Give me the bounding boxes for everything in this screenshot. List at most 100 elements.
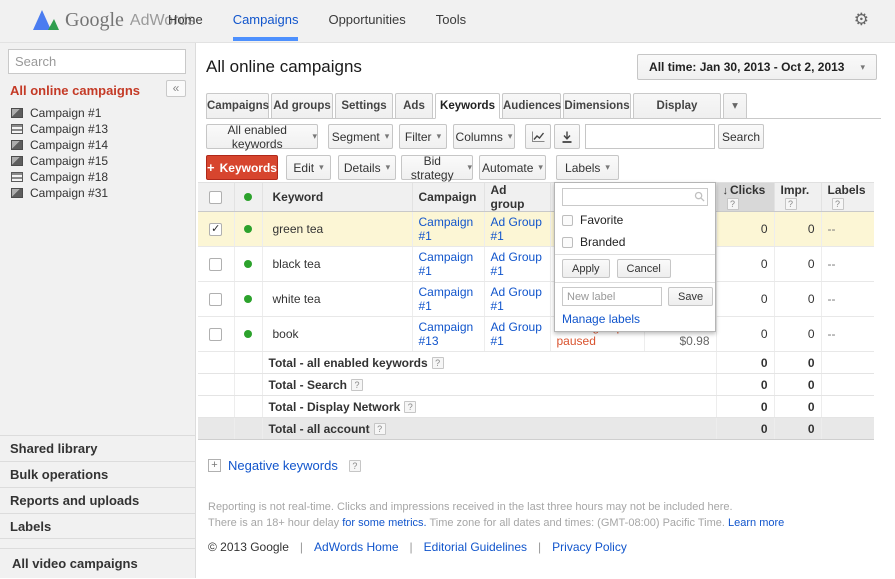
tab-keywords[interactable]: Keywords: [435, 93, 500, 119]
help-icon[interactable]: ?: [831, 198, 844, 210]
apply-button[interactable]: Apply: [562, 259, 610, 278]
learn-more-link[interactable]: Learn more: [728, 517, 784, 529]
privacy-policy-link[interactable]: Privacy Policy: [552, 540, 627, 554]
label-option-favorite[interactable]: Favorite: [562, 212, 708, 228]
negative-keywords-link[interactable]: Negative keywords: [228, 458, 338, 473]
sidebar-item-campaign-18[interactable]: Campaign #18: [11, 169, 191, 185]
nav-home[interactable]: Home: [168, 0, 203, 43]
save-button[interactable]: Save: [668, 287, 714, 306]
campaign-link[interactable]: Campaign #13: [419, 320, 474, 348]
add-keywords-button[interactable]: + Keywords: [206, 155, 278, 180]
expand-icon[interactable]: +: [208, 459, 221, 472]
campaign-link[interactable]: Campaign #1: [419, 285, 474, 313]
nav-opportunities[interactable]: Opportunities: [328, 0, 405, 43]
sidebar-search-input[interactable]: [9, 54, 197, 69]
branded-checkbox[interactable]: [562, 236, 573, 248]
sidebar-all-online-campaigns[interactable]: All online campaigns: [10, 83, 140, 98]
tab-settings[interactable]: Settings: [335, 93, 393, 119]
cancel-button[interactable]: Cancel: [616, 259, 671, 278]
campaign-label: Campaign #31: [30, 186, 109, 200]
bid-strategy-button[interactable]: Bid strategy ▾: [401, 153, 473, 182]
edit-button[interactable]: Edit ▾: [286, 155, 331, 180]
help-icon[interactable]: ?: [431, 356, 444, 369]
sidebar-item-bulk-operations[interactable]: Bulk operations: [0, 461, 195, 487]
help-icon[interactable]: ?: [726, 198, 739, 210]
col-header-clicks[interactable]: ↓ Clicks?: [715, 182, 774, 212]
tab-dimensions[interactable]: Dimensions: [563, 93, 631, 119]
ad-group-link[interactable]: Ad Group #1: [491, 215, 542, 243]
row-checkbox[interactable]: ✓: [209, 223, 223, 237]
clicks-total: 0: [715, 417, 774, 440]
automate-button[interactable]: Automate ▾: [479, 155, 546, 180]
editorial-guidelines-link[interactable]: Editorial Guidelines: [424, 540, 527, 554]
sidebar-item-campaign-14[interactable]: Campaign #14: [11, 137, 191, 153]
sidebar-item-campaign-13[interactable]: Campaign #13: [11, 121, 191, 137]
status-column-header[interactable]: [233, 182, 262, 212]
tab-display-network[interactable]: Display Network: [633, 93, 721, 137]
row-checkbox[interactable]: [209, 328, 223, 342]
some-metrics-link[interactable]: for some metrics.: [342, 517, 426, 529]
filter-button[interactable]: Filter ▾: [399, 124, 447, 149]
status-dot-icon: [244, 260, 252, 268]
details-button[interactable]: Details ▾: [338, 155, 396, 180]
sidebar-item-labels[interactable]: Labels: [0, 513, 195, 539]
sidebar-item-campaign-15[interactable]: Campaign #15: [11, 153, 191, 169]
col-header-keyword[interactable]: Keyword: [261, 182, 412, 212]
sidebar-item-all-video-campaigns[interactable]: All video campaigns: [0, 548, 195, 578]
select-all-checkbox[interactable]: [209, 191, 223, 205]
adwords-home-link[interactable]: AdWords Home: [314, 540, 398, 554]
label-option-branded[interactable]: Branded: [562, 234, 708, 250]
sidebar-item-shared-library[interactable]: Shared library: [0, 435, 195, 461]
campaign-link[interactable]: Campaign #1: [419, 215, 474, 243]
sidebar-collapse-button[interactable]: «: [166, 80, 186, 97]
help-icon[interactable]: ?: [784, 198, 797, 210]
sidebar-item-campaign-1[interactable]: Campaign #1: [11, 105, 191, 121]
download-button[interactable]: [554, 124, 580, 149]
chevron-down-icon: ▾: [436, 131, 442, 141]
report-footnotes: Reporting is not real-time. Clicks and i…: [208, 499, 784, 531]
date-range-button[interactable]: All time: Jan 30, 2013 - Oct 2, 2013 ▾: [637, 54, 877, 80]
campaign-display-icon: [11, 124, 23, 134]
select-all-header[interactable]: [198, 182, 234, 212]
nav-campaigns[interactable]: Campaigns: [232, 0, 298, 43]
tab-more-button[interactable]: ▾: [723, 93, 747, 119]
ad-group-link[interactable]: Ad Group #1: [491, 320, 542, 348]
row-checkbox[interactable]: [209, 293, 223, 307]
sidebar-item-reports-and-uploads[interactable]: Reports and uploads: [0, 487, 195, 513]
col-header-impr[interactable]: Impr.?: [773, 182, 821, 212]
tab-campaigns[interactable]: Campaigns: [206, 93, 269, 119]
impr-header-label: Impr.: [780, 183, 810, 197]
sidebar-item-campaign-31[interactable]: Campaign #31: [11, 185, 191, 201]
segment-button[interactable]: Segment ▾: [328, 124, 393, 149]
col-header-campaign[interactable]: Campaign: [411, 182, 484, 212]
tab-audiences[interactable]: Audiences: [502, 93, 561, 119]
labels-dropdown: Favorite Branded Apply Cancel Save Manag…: [554, 182, 716, 332]
campaign-link[interactable]: Campaign #1: [419, 250, 474, 278]
view-filter-button[interactable]: All enabled keywords ▾: [206, 123, 318, 151]
ad-group-link[interactable]: Ad Group #1: [491, 285, 542, 313]
help-icon[interactable]: ?: [350, 378, 363, 391]
help-icon[interactable]: ?: [348, 459, 361, 472]
columns-button[interactable]: Columns ▾: [453, 124, 515, 149]
chevron-down-icon: ▾: [605, 162, 610, 172]
col-header-labels[interactable]: Labels?: [820, 182, 874, 212]
tab-ads[interactable]: Ads: [395, 93, 433, 119]
chart-button[interactable]: [525, 124, 551, 149]
nav-tools[interactable]: Tools: [436, 0, 466, 43]
row-checkbox[interactable]: [209, 258, 223, 272]
keyword-search-input[interactable]: [585, 124, 715, 149]
gear-icon[interactable]: ⚙: [854, 10, 869, 30]
col-header-ad-group[interactable]: Ad group: [483, 182, 550, 212]
bid-strategy-label: Bid strategy: [410, 153, 454, 182]
campaign-folder-icon: [11, 108, 23, 118]
tab-ad-groups[interactable]: Ad groups: [271, 93, 333, 119]
labels-button[interactable]: Labels ▾: [556, 155, 619, 180]
help-icon[interactable]: ?: [404, 400, 417, 413]
labels-search-input[interactable]: [562, 188, 708, 206]
search-button[interactable]: Search: [718, 124, 764, 149]
help-icon[interactable]: ?: [373, 422, 386, 435]
favorite-checkbox[interactable]: [562, 214, 573, 226]
ad-group-link[interactable]: Ad Group #1: [491, 250, 542, 278]
manage-labels-link[interactable]: Manage labels: [555, 310, 715, 331]
new-label-input[interactable]: [562, 287, 662, 306]
